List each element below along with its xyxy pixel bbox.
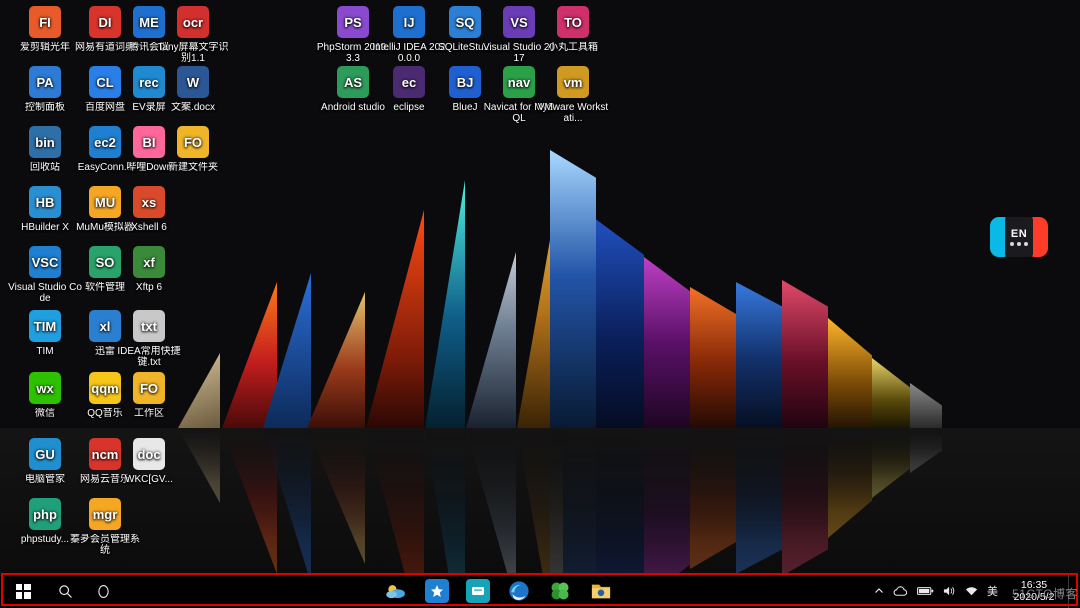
app-explorer-icon[interactable] — [589, 579, 613, 603]
panel-icon: PA — [29, 66, 61, 98]
VS-icon: VS — [503, 6, 535, 38]
desktop-icon[interactable]: FO 新建文件夹 — [156, 126, 230, 173]
AS-icon: AS — [337, 66, 369, 98]
VSC-icon: VSC — [29, 246, 61, 278]
desktop-icon-label: IDEA常用快捷键.txt — [112, 346, 186, 368]
edge-icon[interactable] — [507, 579, 531, 603]
BJ-icon: BJ — [449, 66, 481, 98]
desktop-icon-layer: FI爱剪辑光年DI网易有道词典ME腾讯会议ocrTany屏幕文字识别1.1PSP… — [0, 0, 1080, 608]
cortana-ring-icon — [97, 584, 110, 599]
desktop-icon-label: Xftp 6 — [112, 282, 186, 293]
film-icon: FI — [29, 6, 61, 38]
vm-icon: vm — [557, 66, 589, 98]
ec-icon: ec — [393, 66, 425, 98]
ime-center-panel[interactable]: EN — [1005, 217, 1033, 257]
desktop-icon-label: Tany屏幕文字识别1.1 — [156, 42, 230, 64]
tray-chevron-icon[interactable] — [874, 586, 884, 596]
battery-icon[interactable] — [917, 586, 934, 596]
desktop-icon-label: 小丸工具箱 — [536, 42, 610, 53]
desktop-icon[interactable]: doc WKC[GV... — [112, 438, 186, 485]
ime-right-grip-icon — [1031, 217, 1048, 257]
start-button[interactable] — [0, 574, 46, 608]
desktop-icon[interactable]: mgr 蓁夛会员管理系统 — [68, 498, 142, 556]
app-teal-icon[interactable] — [466, 579, 490, 603]
ime-language-bar[interactable]: EN — [990, 213, 1048, 261]
taskbar-pinned-apps — [122, 579, 874, 603]
desktop-icon[interactable]: xs Xshell 6 — [112, 186, 186, 233]
volume-icon[interactable] — [943, 585, 956, 597]
desktop-icon[interactable]: W 文案.docx — [156, 66, 230, 113]
watermark: 51CTO博客 — [1012, 585, 1078, 602]
bin-icon: bin — [29, 126, 61, 158]
nav-icon: nav — [503, 66, 535, 98]
cloud-sync-icon[interactable] — [893, 585, 908, 597]
desktop-icon-label: 蓁夛会员管理系统 — [68, 534, 142, 556]
folder-icon: FO — [177, 126, 209, 158]
TIM-icon: TIM — [29, 310, 61, 342]
weather-icon[interactable] — [384, 579, 408, 603]
desktop-icon-label: 新建文件夹 — [156, 162, 230, 173]
xs-icon: xs — [133, 186, 165, 218]
doc-icon: doc — [133, 438, 165, 470]
ocr-icon: ocr — [177, 6, 209, 38]
app-blue-star-icon[interactable] — [425, 579, 449, 603]
taskbar[interactable]: 美 16:35 2020/5/2 — [0, 574, 1080, 608]
php-icon: php — [29, 498, 61, 530]
desktop-icon-label: 文案.docx — [156, 102, 230, 113]
HB-icon: HB — [29, 186, 61, 218]
txt-icon: txt — [133, 310, 165, 342]
cortana-button[interactable] — [84, 574, 122, 608]
ime-dots-icon — [1010, 242, 1028, 246]
watermark-text: 51CTO博客 — [1012, 587, 1078, 601]
wx-icon: wx — [29, 372, 61, 404]
tray-ime-indicator[interactable]: 美 — [987, 583, 998, 599]
desktop-icon[interactable]: txt IDEA常用快捷键.txt — [112, 310, 186, 368]
network-icon[interactable] — [965, 586, 978, 597]
desktop-icon[interactable]: FO 工作区 — [112, 372, 186, 419]
desktop-icon[interactable]: vm VMware Workstati... — [536, 66, 610, 124]
W-icon: W — [177, 66, 209, 98]
desktop-icon[interactable]: TO 小丸工具箱 — [536, 6, 610, 53]
ime-language-label: EN — [1011, 228, 1027, 240]
IJ-icon: IJ — [393, 6, 425, 38]
desktop-icon-label: 工作区 — [112, 408, 186, 419]
sqlite-icon: SQ — [449, 6, 481, 38]
desktop-icon-label: Xshell 6 — [112, 222, 186, 233]
mgr-icon: mgr — [89, 498, 121, 530]
app-green-clover-icon[interactable] — [548, 579, 572, 603]
search-button[interactable] — [46, 574, 84, 608]
desktop-icon-label: VMware Workstati... — [536, 102, 610, 124]
folder-icon: FO — [133, 372, 165, 404]
guard-icon: GU — [29, 438, 61, 470]
search-icon — [58, 584, 73, 599]
desktop-icon[interactable]: xf Xftp 6 — [112, 246, 186, 293]
xf-icon: xf — [133, 246, 165, 278]
desktop-icon[interactable]: ocr Tany屏幕文字识别1.1 — [156, 6, 230, 64]
desktop-icon-label: WKC[GV... — [112, 474, 186, 485]
tool-icon: TO — [557, 6, 589, 38]
PS-icon: PS — [337, 6, 369, 38]
windows-logo-icon — [16, 584, 31, 599]
